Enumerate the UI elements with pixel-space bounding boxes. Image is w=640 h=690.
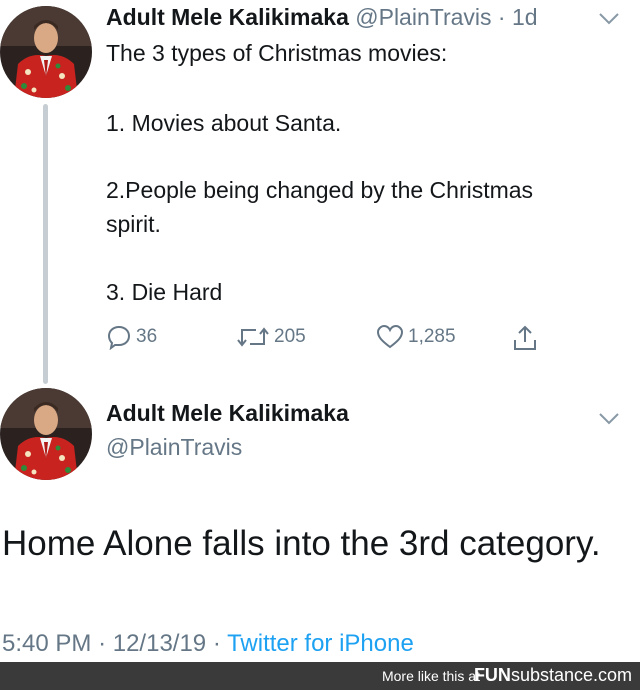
like-button[interactable]: 1,285	[376, 324, 456, 350]
heart-icon	[376, 324, 404, 349]
tweet-date[interactable]: 12/13/19	[113, 630, 206, 657]
tweet-time[interactable]: 5:40 PM	[2, 630, 91, 657]
tweet-text-line: The 3 types of Christmas movies:	[106, 40, 448, 66]
handle[interactable]: @PlainTravis	[106, 434, 242, 461]
chevron-down-icon[interactable]	[598, 12, 620, 26]
handle[interactable]: @PlainTravis	[355, 4, 491, 30]
retweet-count: 205	[274, 326, 306, 347]
tweet-text-line: 2.People being changed by the Christmas	[106, 177, 534, 203]
tweet-source-link[interactable]: Twitter for iPhone	[227, 630, 414, 657]
tweet-text-line: spirit.	[106, 211, 161, 237]
thread-connector	[43, 104, 48, 384]
avatar[interactable]	[0, 6, 92, 98]
brand-rest: substance.com	[510, 665, 632, 685]
avatar[interactable]	[0, 388, 92, 480]
retweet-icon	[237, 327, 269, 347]
retweet-button[interactable]: 205	[236, 324, 306, 350]
share-icon	[514, 325, 536, 350]
display-name[interactable]: Adult Mele Kalikimaka	[106, 4, 349, 30]
more-like-this-text: More like this at	[381, 668, 480, 684]
reply-icon	[107, 325, 131, 350]
reply-button[interactable]: 36	[106, 324, 157, 350]
tweet-meta: 5:40 PM · 12/13/19 · Twitter for iPhone	[2, 630, 414, 657]
tweet-age[interactable]: 1d	[512, 4, 538, 30]
brand-bold: FUN	[473, 665, 511, 685]
tweet-text: Home Alone falls into the 3rd category.	[2, 524, 601, 563]
reply-count: 36	[136, 326, 158, 347]
funsubstance-logo[interactable]: FUNsubstance.com	[474, 665, 632, 686]
tweet-actions: 36 205 1,285	[106, 324, 546, 354]
watermark-footer: More like this at FUNsubstance.com	[0, 662, 640, 690]
chevron-down-icon[interactable]	[598, 412, 620, 426]
display-name[interactable]: Adult Mele Kalikimaka	[106, 400, 349, 427]
like-count: 1,285	[408, 326, 456, 347]
tweet-text-line: 1. Movies about Santa.	[106, 110, 342, 136]
tweet-header: Adult Mele Kalikimaka @PlainTravis · 1d	[106, 4, 538, 30]
share-button[interactable]	[512, 324, 538, 352]
tweet-text-line: 3. Die Hard	[106, 279, 223, 305]
